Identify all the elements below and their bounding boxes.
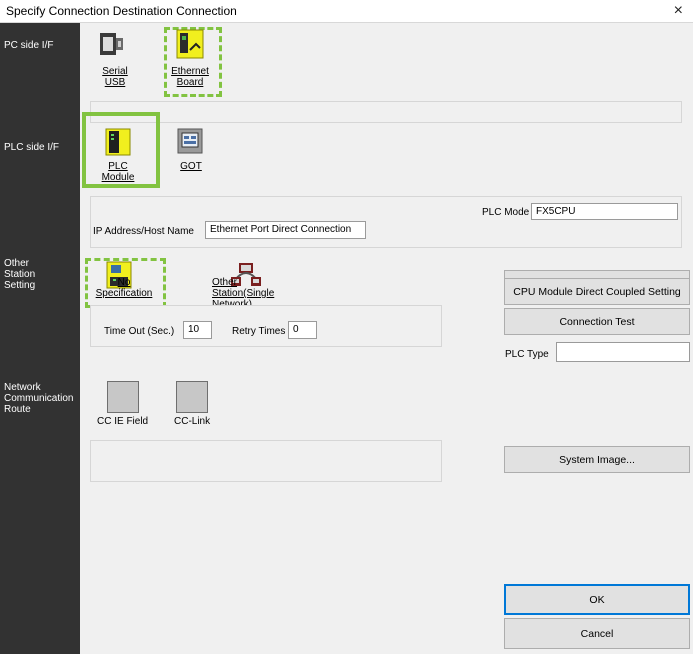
ethernet-board-label[interactable]: Ethernet Board — [166, 66, 214, 88]
serial-usb-label-line: USB — [104, 77, 126, 88]
ethernet-board-icon — [176, 29, 204, 59]
plc-module-option[interactable] — [105, 128, 131, 156]
cpu-direct-coupled-button[interactable]: CPU Module Direct Coupled Setting — [504, 278, 690, 305]
other-station-label-line: Other Station(Single — [212, 277, 275, 299]
ethernet-board-label-line: Ethernet — [171, 66, 209, 77]
pc-side-detail-panel — [90, 101, 682, 123]
plc-module-label-line: Module — [101, 172, 135, 183]
cc-ie-field-icon[interactable] — [107, 381, 139, 413]
ethernet-board-option[interactable] — [176, 28, 204, 60]
timeout-field[interactable]: 10 — [183, 321, 212, 339]
sidebar-label-line: Communication — [4, 393, 74, 404]
sidebar-label-line: Route — [4, 404, 31, 415]
plc-type-label: PLC Type — [505, 349, 549, 360]
system-image-button[interactable]: System Image... — [504, 446, 690, 473]
serial-usb-option[interactable] — [97, 28, 127, 60]
ethernet-board-label-line: Board — [176, 77, 204, 88]
sidebar-label-line: Network — [4, 382, 41, 393]
plc-mode-label: PLC Mode — [482, 207, 530, 218]
plc-module-label-line: PLC — [108, 161, 128, 172]
cancel-button[interactable]: Cancel — [504, 618, 690, 649]
sidebar-label-pc-side: PC side I/F — [4, 40, 54, 51]
window-title: Specify Connection Destination Connectio… — [6, 4, 237, 18]
serial-usb-icon — [100, 33, 123, 55]
connection-test-button[interactable]: Connection Test — [504, 308, 690, 335]
got-option[interactable] — [177, 128, 203, 154]
ok-button[interactable]: OK — [504, 584, 690, 615]
sidebar-label-plc-side: PLC side I/F — [4, 142, 60, 153]
cc-ie-field-label: CC IE Field — [97, 416, 149, 427]
close-icon[interactable]: × — [674, 2, 683, 20]
serial-usb-label-line: Serial — [102, 66, 128, 77]
plc-mode-value: FX5CPU — [531, 203, 678, 220]
cc-link-label: CC-Link — [174, 416, 211, 427]
got-label[interactable]: GOT — [178, 161, 204, 172]
ip-address-field[interactable]: Ethernet Port Direct Connection — [205, 221, 366, 239]
plc-module-label[interactable]: PLC Module — [98, 161, 138, 183]
ip-address-label: IP Address/Host Name — [93, 226, 194, 237]
network-route-detail-panel — [90, 440, 442, 482]
plc-module-icon — [105, 128, 131, 156]
sidebar-label-line: Setting — [4, 280, 36, 291]
got-icon — [177, 128, 203, 154]
retry-label: Retry Times — [232, 326, 286, 337]
timeout-label: Time Out (Sec.) — [104, 326, 175, 337]
sidebar-label-network-route: Network Communication Route — [4, 382, 73, 415]
plc-type-field[interactable] — [556, 342, 690, 362]
serial-usb-label[interactable]: Serial USB — [98, 66, 132, 88]
retry-field[interactable]: 0 — [288, 321, 317, 339]
sidebar-label-other-station: Other Station Setting — [4, 258, 35, 291]
sidebar-label-line: Other — [4, 258, 30, 269]
sidebar — [0, 23, 80, 654]
title-bar: Specify Connection Destination Connectio… — [0, 0, 693, 23]
cc-link-icon[interactable] — [176, 381, 208, 413]
no-specification-label[interactable]: No Specification — [88, 277, 160, 299]
sidebar-label-line: Station — [4, 269, 36, 280]
